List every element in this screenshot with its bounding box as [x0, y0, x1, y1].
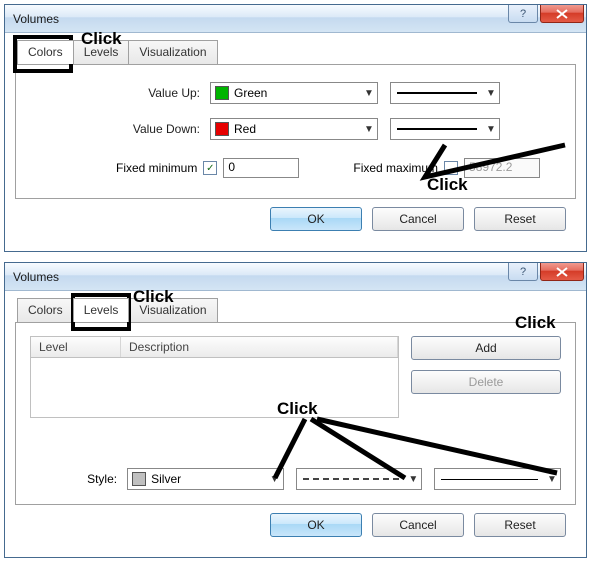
style-label: Style: [30, 472, 127, 486]
value-down-swatch [215, 122, 229, 136]
reset-button[interactable]: Reset [474, 513, 566, 537]
dialog-title: Volumes [13, 12, 59, 26]
ok-button[interactable]: OK [270, 513, 362, 537]
tab-levels[interactable]: Levels [73, 40, 130, 64]
help-button[interactable]: ? [508, 5, 538, 23]
tab-visualization[interactable]: Visualization [128, 298, 217, 322]
dialog-volumes-levels: Volumes ? Colors Levels Visualization Le… [4, 262, 587, 558]
fixed-max-label: Fixed maximum [353, 161, 438, 175]
style-color-select[interactable]: Silver ▼ [127, 468, 283, 490]
tab-strip: Colors Levels Visualization [15, 40, 576, 65]
chevron-down-icon: ▼ [267, 474, 283, 485]
titlebar[interactable]: Volumes ? [5, 263, 586, 291]
add-button[interactable]: Add [411, 336, 561, 360]
fixed-min-checkbox[interactable]: ✓ [203, 161, 217, 175]
chevron-down-icon: ▼ [483, 88, 499, 99]
style-line-width[interactable]: ▼ [434, 468, 561, 490]
reset-button[interactable]: Reset [474, 207, 566, 231]
titlebar[interactable]: Volumes ? [5, 5, 586, 33]
dashed-line-icon [303, 478, 400, 480]
solid-line-icon [397, 128, 477, 130]
tab-strip: Colors Levels Visualization [15, 298, 576, 323]
value-up-color-text: Green [233, 86, 361, 100]
list-body[interactable] [30, 358, 399, 418]
chevron-down-icon: ▼ [361, 124, 377, 135]
fixed-min-label: Fixed minimum [116, 161, 197, 175]
chevron-down-icon: ▼ [405, 474, 421, 485]
chevron-down-icon: ▼ [483, 124, 499, 135]
value-down-line-style[interactable]: ▼ [390, 118, 500, 140]
close-button[interactable] [540, 263, 584, 281]
col-description[interactable]: Description [121, 337, 398, 357]
close-icon [556, 9, 568, 19]
value-up-color-select[interactable]: Green ▼ [210, 82, 378, 104]
value-up-label: Value Up: [30, 86, 210, 100]
close-button[interactable] [540, 5, 584, 23]
dialog-volumes-colors: Volumes ? Colors Levels Visualization Va… [4, 4, 587, 252]
solid-line-icon [397, 92, 477, 94]
style-line-pattern[interactable]: ▼ [296, 468, 423, 490]
value-up-line-style[interactable]: ▼ [390, 82, 500, 104]
tab-colors[interactable]: Colors [17, 40, 74, 64]
tab-page-levels: Level Description Add Delete Style: Silv… [15, 322, 576, 505]
value-up-swatch [215, 86, 229, 100]
check-icon: ✓ [206, 163, 214, 174]
dialog-button-bar: OK Cancel Reset [15, 505, 576, 547]
col-level[interactable]: Level [31, 337, 121, 357]
close-icon [556, 267, 568, 277]
help-button[interactable]: ? [508, 263, 538, 281]
dialog-button-bar: OK Cancel Reset [15, 199, 576, 241]
tab-levels[interactable]: Levels [73, 298, 130, 322]
tab-visualization[interactable]: Visualization [128, 40, 217, 64]
style-color-text: Silver [150, 472, 266, 486]
style-swatch [132, 472, 146, 486]
thin-line-icon [441, 479, 538, 480]
tab-colors[interactable]: Colors [17, 298, 74, 322]
fixed-min-input[interactable]: 0 [223, 158, 299, 178]
tab-page-colors: Value Up: Green ▼ ▼ Value Down: Red ▼ [15, 64, 576, 199]
ok-button[interactable]: OK [270, 207, 362, 231]
value-down-color-select[interactable]: Red ▼ [210, 118, 378, 140]
cancel-button[interactable]: Cancel [372, 207, 464, 231]
value-down-color-text: Red [233, 122, 361, 136]
cancel-button[interactable]: Cancel [372, 513, 464, 537]
chevron-down-icon: ▼ [544, 474, 560, 485]
value-down-label: Value Down: [30, 122, 210, 136]
dialog-title: Volumes [13, 270, 59, 284]
fixed-max-checkbox[interactable] [444, 161, 458, 175]
delete-button: Delete [411, 370, 561, 394]
chevron-down-icon: ▼ [361, 88, 377, 99]
levels-list[interactable]: Level Description [30, 336, 399, 418]
list-header: Level Description [30, 336, 399, 358]
fixed-max-input: 58972.2 [464, 158, 540, 178]
